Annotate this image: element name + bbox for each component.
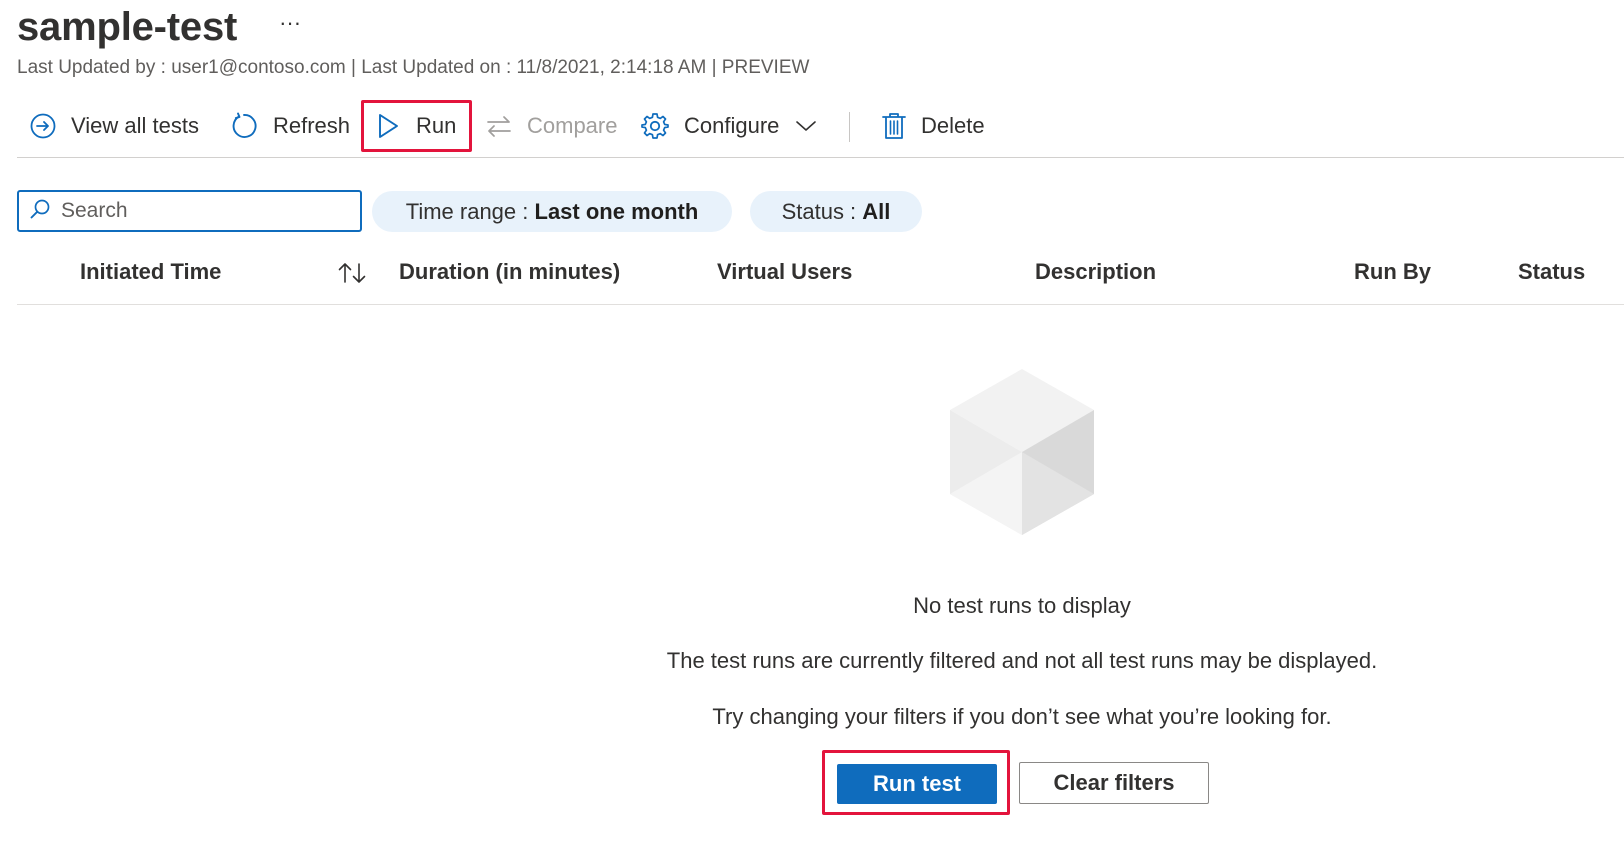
column-description[interactable]: Description (1035, 250, 1156, 294)
configure-button[interactable]: Configure (640, 100, 817, 152)
column-run-by[interactable]: Run By (1354, 250, 1431, 294)
run-test-button[interactable]: Run test (837, 764, 997, 804)
arrow-circle-right-icon (29, 112, 57, 140)
search-box (17, 190, 362, 232)
configure-label: Configure (684, 113, 780, 138)
run-label: Run (416, 113, 457, 138)
column-status[interactable]: Status (1518, 250, 1585, 294)
view-all-tests-button[interactable]: View all tests (29, 100, 199, 152)
column-duration[interactable]: Duration (in minutes) (399, 250, 620, 294)
compare-label: Compare (527, 113, 618, 138)
refresh-button[interactable]: Refresh (229, 100, 350, 152)
page-title: sample-test (17, 4, 238, 49)
toolbar-divider (849, 112, 850, 142)
ellipsis-icon[interactable]: ··· (279, 12, 301, 34)
run-button[interactable]: Run (361, 100, 472, 152)
delete-label: Delete (921, 113, 985, 138)
column-virtual-users[interactable]: Virtual Users (717, 250, 852, 294)
trash-icon (881, 111, 907, 141)
status-filter-value: All (862, 198, 891, 224)
arrows-swap-icon (485, 112, 513, 140)
delete-button[interactable]: Delete (881, 100, 985, 152)
column-initiated-time[interactable]: Initiated Time (80, 250, 221, 294)
time-range-value: Last one month (534, 198, 699, 224)
refresh-icon (229, 111, 259, 141)
title-row: sample-test ··· (17, 2, 301, 52)
status-filter-label: Status : (781, 198, 863, 224)
play-icon (376, 112, 400, 140)
search-input[interactable] (61, 199, 341, 223)
gear-icon (640, 111, 670, 141)
time-range-filter[interactable]: Time range : Last one month (372, 191, 732, 232)
page-subtitle: Last Updated by : user1@contoso.com | La… (17, 57, 810, 78)
run-test-highlight: Run test (822, 750, 1010, 815)
empty-state-title: No test runs to display (913, 593, 1131, 618)
search-icon (29, 198, 51, 225)
empty-state-hint: Try changing your filters if you don’t s… (712, 704, 1332, 729)
empty-state-filter-note: The test runs are currently filtered and… (666, 648, 1378, 673)
status-filter[interactable]: Status : All (750, 191, 922, 232)
refresh-label: Refresh (273, 113, 351, 138)
command-bar: View all tests Refresh Run Compare Confi… (17, 100, 1624, 158)
view-all-tests-label: View all tests (71, 113, 199, 138)
time-range-label: Time range : (405, 198, 535, 224)
compare-button[interactable]: Compare (485, 100, 617, 152)
chevron-down-icon (795, 119, 817, 133)
clear-filters-button[interactable]: Clear filters (1019, 762, 1209, 804)
empty-box-icon (947, 369, 1097, 544)
table-header: Initiated Time Duration (in minutes) Vir… (17, 250, 1624, 305)
sort-arrows-icon[interactable] (336, 260, 368, 291)
